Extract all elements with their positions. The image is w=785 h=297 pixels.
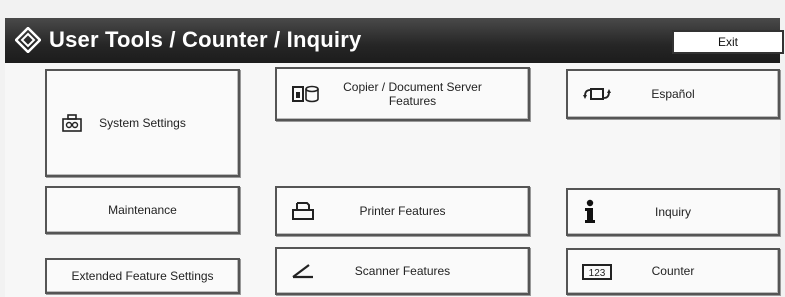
counter-123-icon: 123 (582, 263, 612, 280)
info-icon (585, 199, 595, 223)
copier-document-server-label: Copier / Document Server Features (343, 79, 482, 108)
extended-feature-settings-label: Extended Feature Settings (71, 268, 214, 283)
counter-label: Counter (651, 264, 695, 279)
system-settings-icon (62, 114, 82, 132)
inquiry-label: Inquiry (654, 204, 692, 219)
language-switch-label: Español (651, 86, 695, 101)
user-tools-diamond-icon (15, 27, 41, 53)
printer-icon (292, 202, 314, 220)
counter-icon-text: 123 (589, 268, 606, 279)
printer-features-label: Printer Features (359, 203, 446, 218)
scanner-icon (292, 264, 313, 279)
printer-features-button[interactable]: Printer Features (275, 186, 530, 236)
scanner-features-button[interactable]: Scanner Features (275, 247, 530, 295)
copier-document-server-button[interactable]: Copier / Document Server Features (275, 67, 530, 121)
exit-button[interactable]: Exit (672, 30, 784, 54)
system-settings-button[interactable]: System Settings (45, 69, 240, 177)
user-tools-screen: User Tools / Counter / Inquiry Exit Syst… (0, 0, 785, 297)
system-settings-label: System Settings (99, 115, 186, 130)
page-title: User Tools / Counter / Inquiry (49, 27, 362, 52)
extended-feature-settings-button[interactable]: Extended Feature Settings (45, 258, 240, 294)
title-bar: User Tools / Counter / Inquiry Exit (5, 18, 784, 63)
maintenance-label: Maintenance (108, 202, 177, 217)
counter-button[interactable]: 123 Counter (566, 248, 780, 295)
menu-panel: System Settings Maintenance Extended Fea… (5, 63, 780, 297)
scanner-features-label: Scanner Features (354, 263, 451, 278)
maintenance-button[interactable]: Maintenance (45, 186, 240, 234)
language-switch-button[interactable]: Español (566, 69, 780, 119)
language-switch-icon (583, 88, 611, 100)
copier-document-server-icon (292, 85, 319, 103)
inquiry-button[interactable]: Inquiry (566, 188, 780, 236)
